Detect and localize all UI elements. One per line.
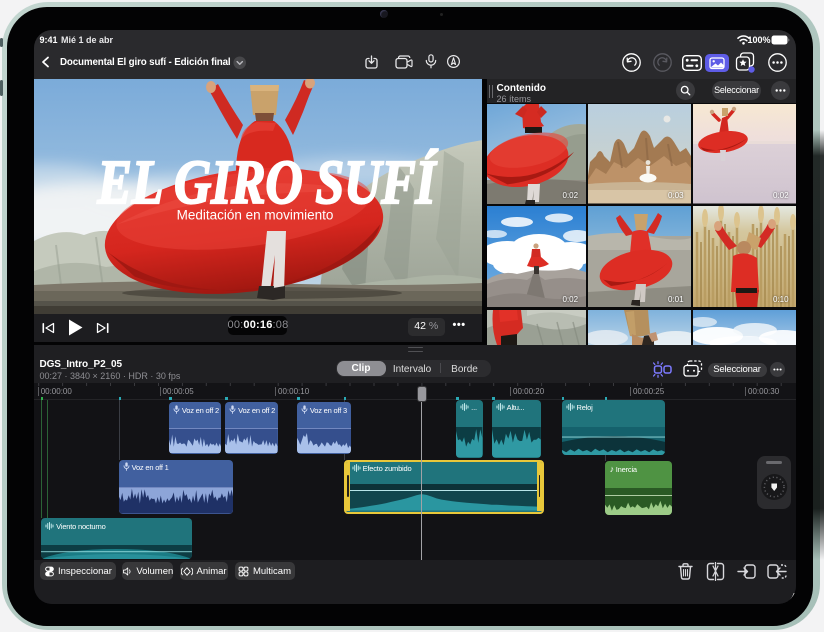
svg-text:Meditación en movimiento: Meditación en movimiento: [176, 208, 333, 223]
